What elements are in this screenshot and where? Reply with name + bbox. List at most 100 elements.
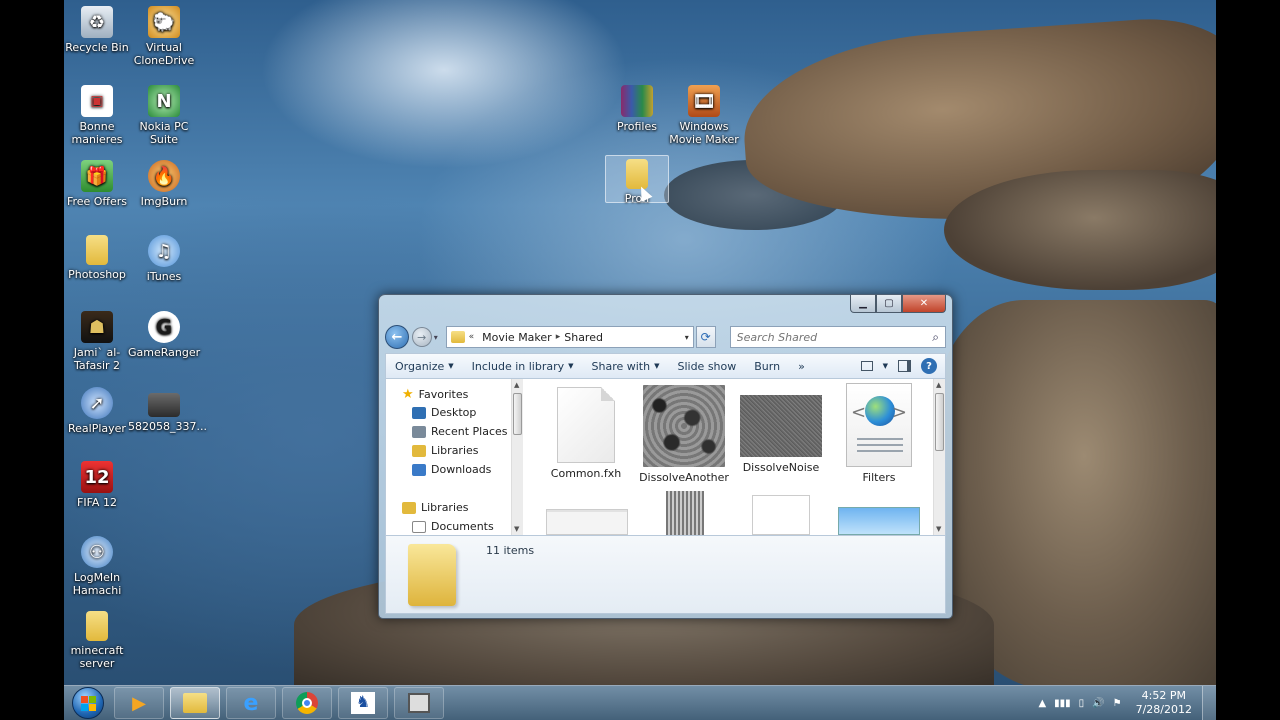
taskbar-app[interactable]: ♞: [338, 687, 388, 719]
nav-downloads[interactable]: Downloads: [412, 463, 491, 476]
letterbox-left: [0, 0, 64, 720]
file-item-partial[interactable]: [838, 507, 920, 535]
burn-button[interactable]: Burn: [745, 360, 789, 373]
navpane-scrollbar[interactable]: ▲ ▼: [511, 379, 523, 535]
view-dropdown-icon[interactable]: ▼: [883, 362, 888, 370]
file-item[interactable]: DissolveAnother: [639, 385, 729, 484]
file-item-partial[interactable]: [666, 491, 704, 535]
file-item-partial[interactable]: [546, 509, 628, 535]
desktop-icon-nokia-pc-suite[interactable]: N Nokia PC Suite: [128, 85, 200, 146]
file-item-partial[interactable]: [752, 495, 810, 535]
file-item[interactable]: < > Filters: [834, 383, 924, 484]
desktop-icon-logmein-hamachi[interactable]: ⚇ LogMeIn Hamachi: [61, 536, 133, 597]
desktop-icon: [412, 406, 426, 419]
taskbar-chrome[interactable]: [282, 687, 332, 719]
hamachi-icon: ⚇: [81, 536, 113, 568]
desktop-icon-profiles-archive[interactable]: Profiles: [601, 85, 673, 133]
scroll-up-icon[interactable]: ▲: [514, 381, 519, 389]
change-view-icon[interactable]: [860, 361, 873, 371]
show-hidden-icons-icon[interactable]: ▲: [1038, 698, 1046, 709]
explorer-window[interactable]: ▁ ▢ ✕ ← → ▾ « Movie Maker ▸ Shared ▾ ⟳ ⌕…: [378, 294, 953, 619]
breadcrumb-movie-maker[interactable]: Movie Maker: [482, 331, 552, 344]
desktop-icon-imgburn[interactable]: 🔥 ImgBurn: [128, 160, 200, 208]
minimize-button[interactable]: ▁: [850, 295, 876, 313]
desktop-icon-profiles-folder[interactable]: Profi: [605, 155, 669, 205]
gameranger-icon: G: [148, 311, 180, 343]
network-icon[interactable]: ▮▮▮: [1054, 698, 1071, 709]
search-icon[interactable]: ⌕: [932, 330, 939, 345]
clock[interactable]: 4:52 PM 7/28/2012: [1136, 689, 1192, 717]
nav-favorites[interactable]: ★ Favorites: [402, 387, 468, 402]
desktop-icon-free-offers[interactable]: 🎁 Free Offers: [61, 160, 133, 208]
nav-libraries-favorite[interactable]: Libraries: [412, 444, 479, 457]
volume-icon[interactable]: 🔊: [1092, 698, 1104, 709]
system-tray: ▲ ▮▮▮ ▯ 🔊 ⚑ 4:52 PM 7/28/2012: [1038, 689, 1202, 717]
breadcrumb-separator-icon[interactable]: ▸: [556, 332, 561, 342]
scroll-thumb[interactable]: [935, 393, 944, 451]
desktop-icon-recycle-bin[interactable]: ♻ Recycle Bin: [61, 6, 133, 54]
show-desktop-button[interactable]: [1202, 685, 1216, 720]
search-box[interactable]: ⌕: [729, 326, 947, 348]
taskbar-explorer[interactable]: [170, 687, 220, 719]
scroll-down-icon[interactable]: ▼: [514, 525, 519, 533]
recent-places-icon: [412, 425, 426, 438]
dropdown-arrow-icon: ▼: [654, 362, 660, 370]
wallpaper-rock: [944, 170, 1216, 290]
clock-time: 4:52 PM: [1141, 689, 1186, 702]
scroll-up-icon[interactable]: ▲: [936, 381, 941, 389]
address-dropdown-icon[interactable]: ▾: [685, 333, 689, 342]
desktop-icon-gameranger[interactable]: G GameRanger: [128, 311, 200, 359]
taskbar: ▶ e ♞ ▲ ▮▮▮ ▯ 🔊 ⚑ 4:52 PM 7/28/2012: [64, 685, 1216, 720]
share-with-button[interactable]: Share with ▼: [583, 360, 669, 373]
back-button[interactable]: ←: [385, 325, 409, 349]
breadcrumb-overflow[interactable]: «: [469, 332, 475, 342]
nav-desktop[interactable]: Desktop: [412, 406, 476, 419]
desktop-icon-windows-movie-maker[interactable]: 🎞 Windows Movie Maker: [668, 85, 740, 146]
shortcut-icon: ▣: [81, 85, 113, 117]
desktop-icon-minecraft-server[interactable]: minecraft server: [61, 611, 133, 670]
desktop-icon-photoshop[interactable]: Photoshop: [61, 235, 133, 281]
desktop-icon-fifa-12[interactable]: 12 FIFA 12: [61, 461, 133, 509]
scroll-down-icon[interactable]: ▼: [936, 525, 941, 533]
start-button[interactable]: [68, 686, 108, 720]
desktop-icon-virtual-clonedrive[interactable]: 🐑 Virtual CloneDrive: [128, 6, 200, 67]
desktop-icon-jami-al-tafasir[interactable]: ☗ Jami` al-Tafasir 2: [61, 311, 133, 372]
taskbar-media-player[interactable]: ▶: [114, 687, 164, 719]
nav-libraries[interactable]: Libraries: [402, 501, 469, 514]
nav-documents[interactable]: Documents: [412, 520, 494, 533]
desktop-icon-582058[interactable]: 582058_337...: [128, 387, 207, 433]
taskbar-internet-explorer[interactable]: e: [226, 687, 276, 719]
image-thumbnail-icon: [643, 385, 725, 467]
content-scrollbar[interactable]: ▲ ▼: [933, 379, 945, 535]
maximize-button[interactable]: ▢: [876, 295, 902, 313]
preview-pane-icon[interactable]: [898, 360, 911, 372]
close-button[interactable]: ✕: [902, 295, 946, 313]
address-bar[interactable]: « Movie Maker ▸ Shared ▾: [445, 326, 694, 348]
recent-pages-dropdown[interactable]: ▾: [434, 333, 442, 342]
battery-icon[interactable]: ▯: [1079, 698, 1085, 709]
breadcrumb-shared[interactable]: Shared: [564, 331, 603, 344]
globe-icon: [865, 396, 895, 426]
more-commands-button[interactable]: »: [789, 360, 814, 373]
item-count: 11 items: [486, 544, 535, 557]
folder-icon: [86, 611, 108, 641]
include-in-library-button[interactable]: Include in library ▼: [463, 360, 583, 373]
organize-button[interactable]: Organize ▼: [386, 360, 463, 373]
desktop-icon-bonne-manieres[interactable]: ▣ Bonne manieres: [61, 85, 133, 146]
dropdown-arrow-icon: ▼: [568, 362, 574, 370]
slide-show-button[interactable]: Slide show: [668, 360, 745, 373]
file-item[interactable]: Common.fxh: [541, 387, 631, 480]
desktop-icon-itunes[interactable]: ♫ iTunes: [128, 235, 200, 283]
forward-button[interactable]: →: [411, 327, 432, 347]
book-icon: ☗: [81, 311, 113, 343]
file-item[interactable]: DissolveNoise: [736, 385, 826, 474]
help-icon[interactable]: ?: [921, 358, 937, 374]
scroll-thumb[interactable]: [513, 393, 522, 435]
folder-icon: [450, 331, 465, 343]
desktop-icon-realplayer[interactable]: ➚ RealPlayer: [61, 387, 133, 435]
action-center-flag-icon[interactable]: ⚑: [1113, 698, 1122, 709]
nav-recent-places[interactable]: Recent Places: [412, 425, 508, 438]
search-input[interactable]: [736, 330, 933, 344]
taskbar-movie-maker[interactable]: [394, 687, 444, 719]
refresh-button[interactable]: ⟳: [695, 326, 716, 348]
